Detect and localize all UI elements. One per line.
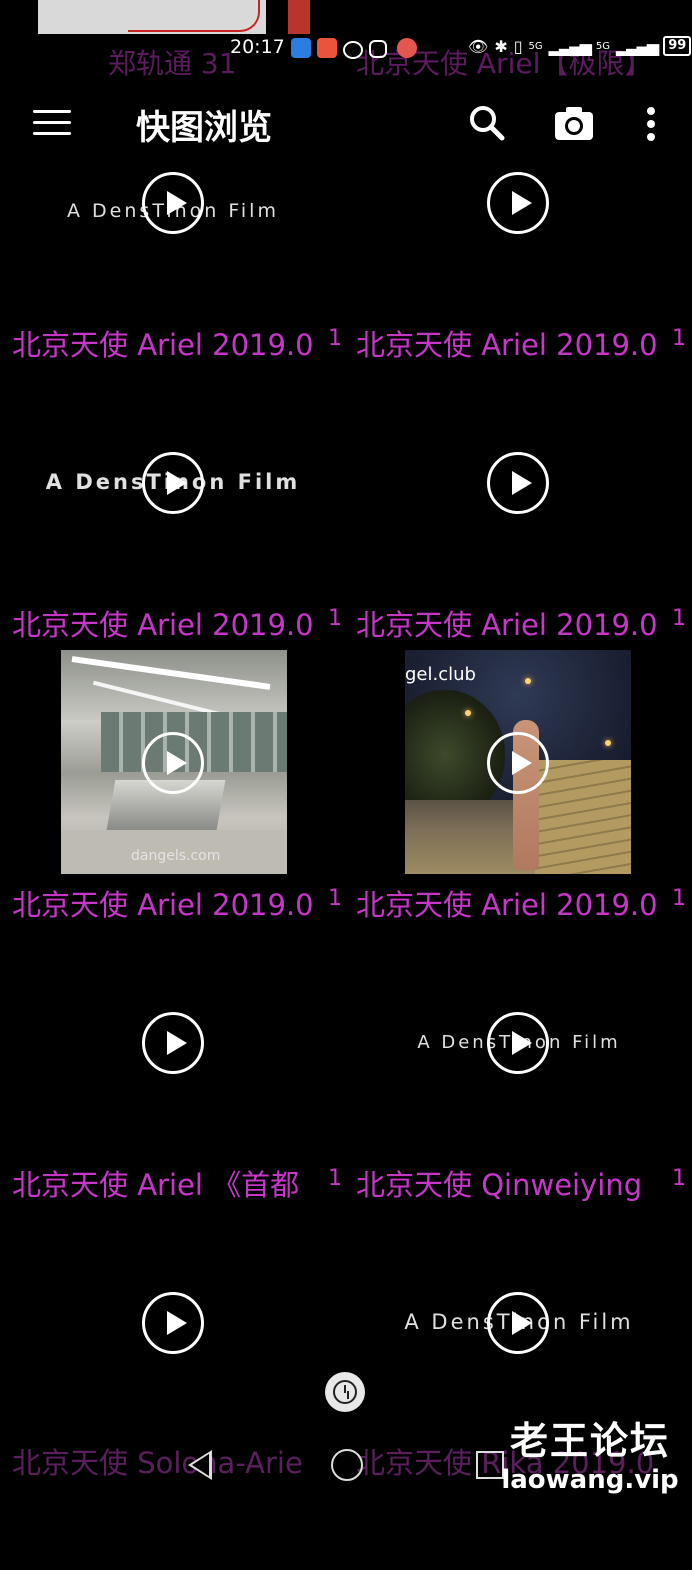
battery-icon: 99 xyxy=(663,36,692,56)
more-options-icon[interactable] xyxy=(638,104,664,144)
tile-caption: 北京天使 Ariel 2019.0 1 xyxy=(12,322,342,364)
app-title: 快图浏览 xyxy=(136,108,272,148)
previous-image-peek xyxy=(38,0,266,34)
tile-caption: 北京天使 Ariel 2019.0 1 xyxy=(356,602,686,644)
tile-caption-text: 北京天使 Qinweiying xyxy=(356,1168,643,1202)
tile-count: 1 xyxy=(668,606,686,631)
search-icon[interactable] xyxy=(466,102,510,146)
video-tile[interactable]: dangels.com 北京天使 Ariel 2019.0 1 xyxy=(0,650,346,930)
video-tile[interactable]: A DensTinon Film 北京天使 Ariel 2019.0 1 xyxy=(0,170,346,450)
tile-caption-text: 北京天使 Ariel 《首都 xyxy=(12,1168,300,1202)
clock-icon[interactable] xyxy=(325,1372,365,1412)
vibrate-icon: ▯ xyxy=(513,36,523,56)
status-bar: 郑轨通 31 北京天使 Ariel【极限】 20:17 👁 ✱ ▯ 5G ▂▃▄… xyxy=(0,0,692,80)
tile-caption: 北京天使 Qinweiying 1 xyxy=(356,1162,686,1204)
play-icon[interactable] xyxy=(487,1292,549,1354)
tile-caption: 北京天使 Ariel 2019.0 1 xyxy=(12,602,342,644)
tile-count: 1 xyxy=(668,326,686,351)
video-tile[interactable]: 北京天使 Ariel 《首都 1 xyxy=(0,1010,346,1290)
app-notification-icon xyxy=(317,38,337,58)
signal-label-2: 5G xyxy=(595,40,610,52)
video-tile[interactable]: 北京天使 Ariel 2019.0 1 xyxy=(346,170,692,450)
play-icon[interactable] xyxy=(487,732,549,794)
play-icon[interactable] xyxy=(487,452,549,514)
menu-icon[interactable] xyxy=(33,110,71,136)
video-tile[interactable] xyxy=(0,1290,346,1570)
app-notification-icon xyxy=(291,38,311,58)
eye-icon: 👁 xyxy=(468,36,489,56)
play-icon[interactable] xyxy=(142,172,204,234)
tile-count: 1 xyxy=(324,1166,342,1191)
home-icon[interactable] xyxy=(331,1449,363,1481)
bluetooth-icon: ✱ xyxy=(494,36,508,56)
play-icon[interactable] xyxy=(487,1012,549,1074)
app-bar: 快图浏览 xyxy=(0,80,692,164)
thumb-watermark-text: dangels.com xyxy=(131,848,221,864)
map-line xyxy=(128,0,260,32)
tile-caption: 北京天使 Ariel 2019.0 1 xyxy=(356,882,686,924)
previous-image-peek-red xyxy=(288,0,310,34)
status-time: 20:17 xyxy=(230,36,285,58)
wechat-icon xyxy=(343,41,363,59)
tile-count: 1 xyxy=(324,606,342,631)
tile-caption-text: 北京天使 Ariel 2019.0 xyxy=(12,328,314,362)
camera-icon[interactable] xyxy=(552,102,596,146)
signal-icon: ▂▃▄▅ xyxy=(616,36,659,56)
forum-url: laowang.vip xyxy=(501,1465,679,1495)
play-icon[interactable] xyxy=(142,452,204,514)
video-tile[interactable]: gel.club 北京天使 Ariel 2019.0 1 xyxy=(346,650,692,930)
tile-count: 1 xyxy=(668,886,686,911)
tile-count: 1 xyxy=(668,1166,686,1191)
forum-name: 老王论坛 xyxy=(509,1419,670,1463)
tile-caption-text: 北京天使 Ariel 2019.0 xyxy=(12,608,314,642)
tile-caption: 北京天使 Ariel 2019.0 1 xyxy=(356,322,686,364)
tile-caption-text: 北京天使 Ariel 2019.0 xyxy=(356,888,658,922)
play-icon[interactable] xyxy=(142,732,204,794)
forum-watermark: 老王论坛 laowang.vip xyxy=(500,1410,680,1495)
tile-caption: 北京天使 Ariel 《首都 1 xyxy=(12,1162,342,1204)
status-right-group: 👁 ✱ ▯ 5G ▂▃▄▅ 5G ▂▃▄▅ 99 xyxy=(468,36,692,56)
tile-caption-text: 北京天使 Ariel 2019.0 xyxy=(12,888,314,922)
signal-label-1: 5G xyxy=(528,40,543,52)
tile-caption: 北京天使 Ariel 2019.0 1 xyxy=(12,882,342,924)
tile-count: 1 xyxy=(324,886,342,911)
play-icon[interactable] xyxy=(142,1012,204,1074)
app-notification-icon xyxy=(397,38,417,58)
back-icon[interactable] xyxy=(188,1450,212,1480)
thumb-watermark-text: gel.club xyxy=(405,664,476,685)
peek-title-left: 郑轨通 31 xyxy=(108,47,237,80)
tile-count: 1 xyxy=(324,326,342,351)
tile-caption-text: 北京天使 Ariel 2019.0 xyxy=(356,328,658,362)
play-icon[interactable] xyxy=(487,172,549,234)
play-icon[interactable] xyxy=(142,1292,204,1354)
tile-caption-text: 北京天使 Ariel 2019.0 xyxy=(356,608,658,642)
hand-icon xyxy=(369,40,387,58)
signal-icon: ▂▃▄▅ xyxy=(548,36,592,56)
video-tile[interactable]: A DensTinon Film 北京天使 Qinweiying 1 xyxy=(346,1010,692,1290)
